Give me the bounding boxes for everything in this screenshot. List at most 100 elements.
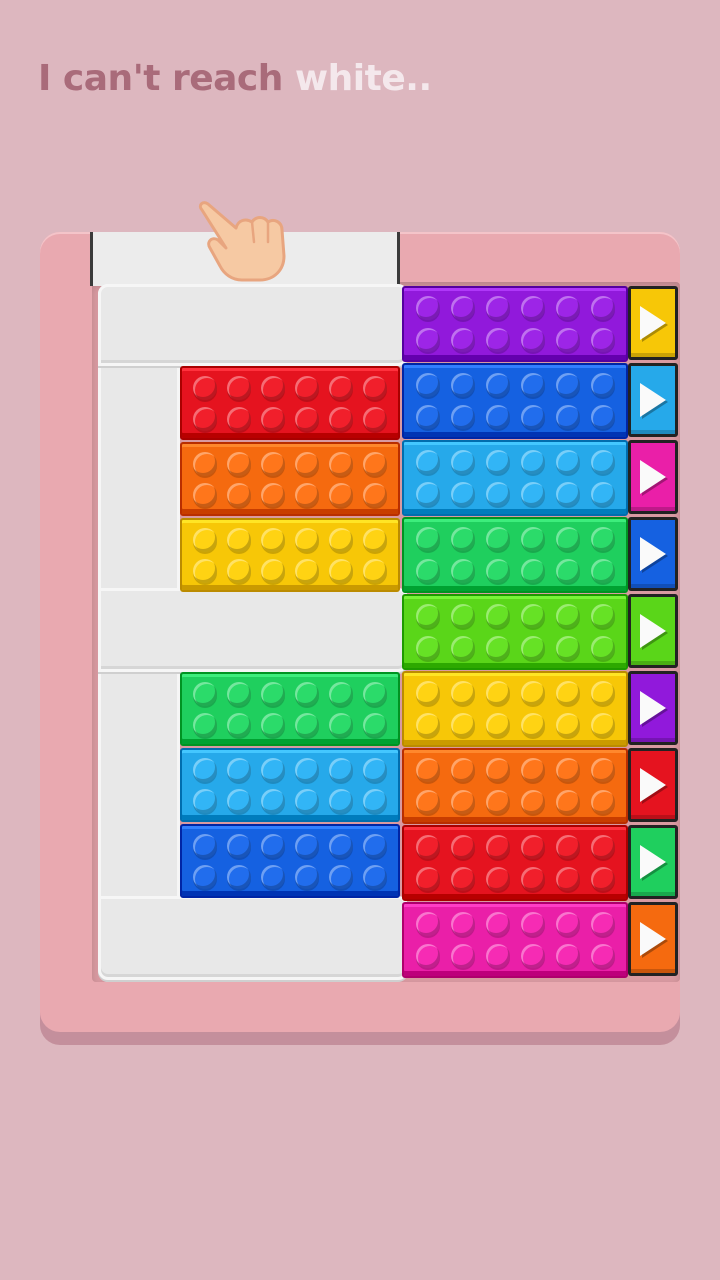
stud xyxy=(227,482,251,507)
block-studs xyxy=(404,827,626,899)
stud xyxy=(329,527,353,552)
stud xyxy=(415,835,440,859)
arrow-tile-green[interactable] xyxy=(628,825,678,899)
stud xyxy=(193,864,217,889)
stud xyxy=(295,864,319,889)
right-block-light-blue[interactable] xyxy=(402,440,628,516)
arrow-tile-orange[interactable] xyxy=(628,902,678,976)
stud xyxy=(485,912,510,936)
right-block-green[interactable] xyxy=(402,517,628,593)
white-piece-top-arm[interactable] xyxy=(98,284,408,366)
white-piece-bottom-arm[interactable] xyxy=(98,896,408,980)
right-block-purple[interactable] xyxy=(402,286,628,362)
stud xyxy=(415,527,440,551)
stud xyxy=(227,527,251,552)
stud xyxy=(415,373,440,397)
stud xyxy=(590,758,615,782)
stud xyxy=(555,912,580,936)
stud xyxy=(193,527,217,552)
stud xyxy=(590,636,615,660)
stud xyxy=(363,757,387,782)
stud xyxy=(295,375,319,400)
right-block-magenta[interactable] xyxy=(402,902,628,978)
stud xyxy=(261,833,285,858)
stud xyxy=(485,636,510,660)
stud xyxy=(329,864,353,889)
stud xyxy=(415,636,440,660)
arrow-tile-magenta[interactable] xyxy=(628,440,678,514)
right-block-red[interactable] xyxy=(402,825,628,901)
arrow-tile-lime[interactable] xyxy=(628,594,678,668)
stud xyxy=(363,833,387,858)
stud xyxy=(520,681,545,705)
stud xyxy=(193,712,217,737)
block-studs xyxy=(182,444,398,514)
arrow-tile-blue[interactable] xyxy=(628,517,678,591)
stud xyxy=(520,527,545,551)
stud xyxy=(261,482,285,507)
stud xyxy=(227,864,251,889)
arrow-right-icon xyxy=(640,768,666,802)
stud xyxy=(555,636,580,660)
arrow-tile-purple[interactable] xyxy=(628,671,678,745)
stud xyxy=(485,328,510,352)
left-block-orange[interactable] xyxy=(180,442,400,516)
stud xyxy=(485,296,510,320)
stud xyxy=(329,451,353,476)
left-block-blue[interactable] xyxy=(180,824,400,898)
stud xyxy=(450,944,475,968)
stud xyxy=(261,558,285,583)
stud xyxy=(485,713,510,737)
stud xyxy=(520,296,545,320)
caption-part-2: white.. xyxy=(294,58,432,99)
stud xyxy=(555,867,580,891)
block-studs xyxy=(404,596,626,668)
stud xyxy=(590,482,615,506)
arrow-tile-light-blue[interactable] xyxy=(628,363,678,437)
white-piece-middle-arm[interactable] xyxy=(98,588,408,672)
caption-part-1: I can't reach xyxy=(38,58,295,99)
right-block-lime[interactable] xyxy=(402,594,628,670)
stud xyxy=(555,482,580,506)
stud xyxy=(261,375,285,400)
stud xyxy=(520,373,545,397)
stud xyxy=(363,712,387,737)
stud xyxy=(295,406,319,431)
left-block-light-blue[interactable] xyxy=(180,748,400,822)
stud xyxy=(227,788,251,813)
stud xyxy=(329,712,353,737)
stud xyxy=(415,296,440,320)
arrow-right-icon xyxy=(640,537,666,571)
left-block-green[interactable] xyxy=(180,672,400,746)
stud xyxy=(295,558,319,583)
stud xyxy=(329,482,353,507)
right-block-yellow[interactable] xyxy=(402,671,628,747)
stud xyxy=(555,835,580,859)
block-studs xyxy=(404,904,626,976)
stud xyxy=(295,833,319,858)
stud xyxy=(520,758,545,782)
stud xyxy=(415,482,440,506)
stud xyxy=(590,604,615,628)
stud xyxy=(590,835,615,859)
stud xyxy=(520,482,545,506)
stud xyxy=(590,944,615,968)
stud xyxy=(450,604,475,628)
left-block-red[interactable] xyxy=(180,366,400,440)
right-block-blue[interactable] xyxy=(402,363,628,439)
right-block-orange[interactable] xyxy=(402,748,628,824)
stud xyxy=(450,636,475,660)
stud xyxy=(555,944,580,968)
block-studs xyxy=(182,368,398,438)
stud xyxy=(450,296,475,320)
left-block-yellow[interactable] xyxy=(180,518,400,592)
stud xyxy=(227,375,251,400)
arrow-tile-yellow[interactable] xyxy=(628,286,678,360)
stud xyxy=(555,713,580,737)
arrow-tile-red[interactable] xyxy=(628,748,678,822)
stud xyxy=(295,757,319,782)
arrow-right-icon xyxy=(640,845,666,879)
stud xyxy=(261,527,285,552)
stud xyxy=(590,867,615,891)
stud xyxy=(590,713,615,737)
